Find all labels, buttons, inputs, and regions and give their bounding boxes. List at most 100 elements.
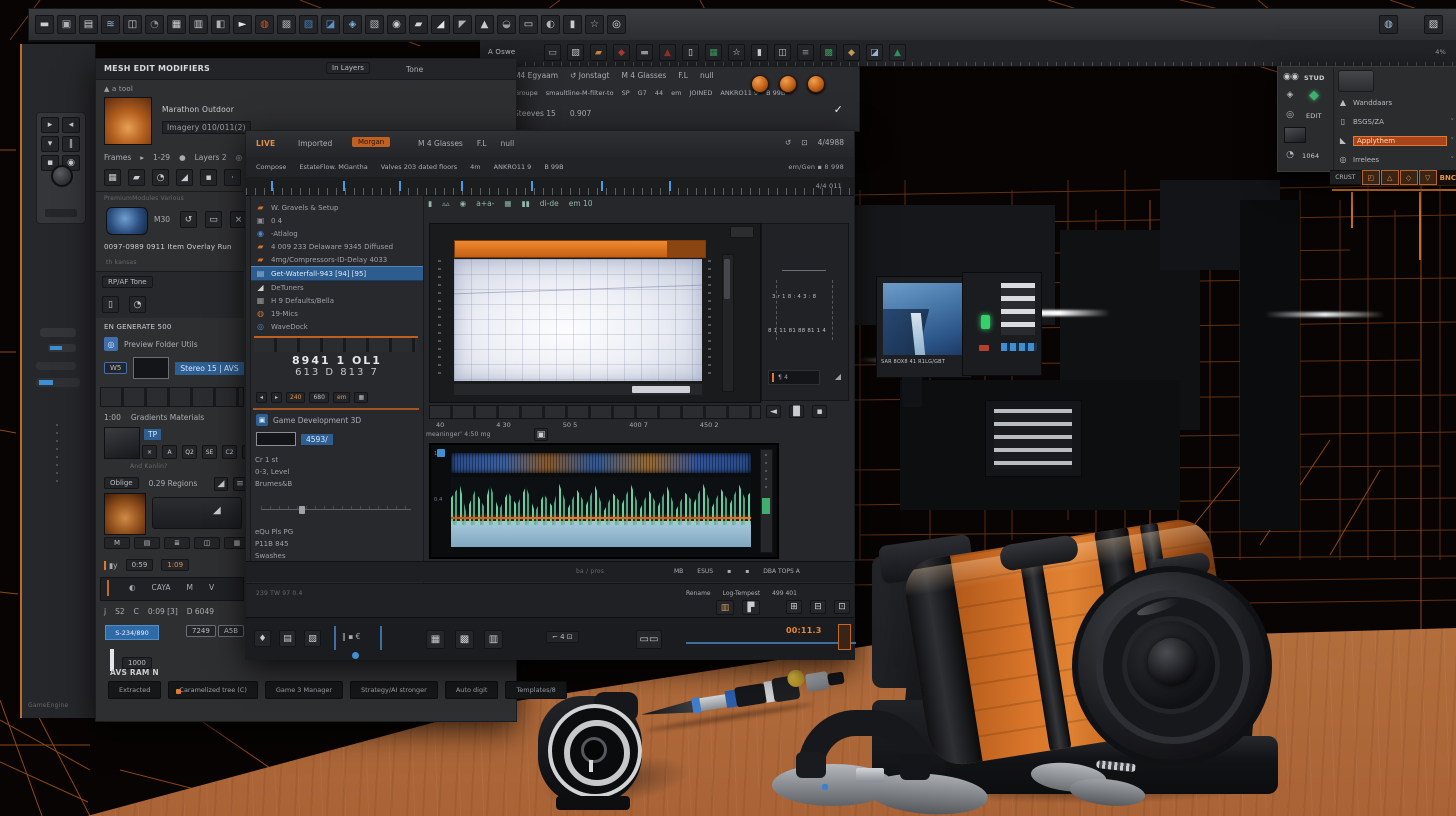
tp-icon[interactable]: Q2 <box>182 445 197 459</box>
right-panel-item[interactable]: ▲ Wanddaars <box>1334 93 1456 112</box>
toolbar-icon[interactable]: ◔ <box>145 15 164 34</box>
title-item[interactable]: Imported <box>298 139 332 148</box>
panel-icon[interactable]: ◢ <box>176 169 193 186</box>
node-icon[interactable]: ↺ <box>180 211 197 228</box>
sidebar-knob[interactable] <box>51 165 73 187</box>
toolbar-icon[interactable]: ▬ <box>636 44 653 61</box>
tree-item[interactable]: ▰ 4 009 233 Delaware 9345 Diffused <box>251 240 423 253</box>
footer-pill[interactable]: ⌐ 4 ⊡ <box>546 631 579 643</box>
slider-value-2[interactable]: 1:09 <box>161 559 189 571</box>
amber-icon[interactable]: ▛ <box>742 600 760 615</box>
toolbar-icon[interactable]: ▩ <box>820 44 837 61</box>
chip-icon[interactable]: ◔ <box>129 296 146 313</box>
tp-icon[interactable]: SE <box>202 445 217 459</box>
toolbar-icon[interactable]: ▮ <box>751 44 768 61</box>
panel-icon[interactable]: ▪ <box>200 169 217 186</box>
toolbar-icon[interactable]: ◉ <box>387 15 406 34</box>
frame-control[interactable]: Frames <box>104 153 131 162</box>
canvas-tool[interactable]: ▮ <box>428 199 432 208</box>
waveform-vscrollbar[interactable] <box>760 449 773 553</box>
value-box-2[interactable]: A5B <box>218 625 244 637</box>
toolbar-icon[interactable]: ▭ <box>519 15 538 34</box>
upper-panel-chip[interactable]: M 4 Glasses <box>621 71 666 80</box>
waveform-label-icon[interactable]: ▣ <box>534 428 548 441</box>
gem-icon[interactable]: ◆ <box>1306 87 1322 103</box>
lower-chip[interactable]: 499 401 <box>772 590 797 597</box>
ruler-marker[interactable] <box>669 181 671 191</box>
canvas-tool[interactable]: ▦ <box>504 199 511 208</box>
toolbar-icon[interactable]: ▰ <box>409 15 428 34</box>
bottom-tab[interactable]: Strategy/AI stronger <box>350 681 438 699</box>
clock-icon[interactable]: ◔ <box>1284 149 1296 161</box>
lower-chip[interactable]: Rename <box>686 590 711 597</box>
footer-tool-icon[interactable]: ▩ <box>455 630 474 649</box>
toolbar-icon[interactable]: ▲ <box>659 44 676 61</box>
panel-icon[interactable]: · <box>224 169 241 186</box>
oblige-chip[interactable]: Oblige <box>104 477 139 489</box>
title-right-item[interactable]: ⊡ <box>801 138 807 147</box>
tp-thumb[interactable] <box>104 427 140 459</box>
canvas-orange-bar[interactable] <box>454 240 706 258</box>
toolbar-icon[interactable]: ▮ <box>563 15 582 34</box>
canvas-filmstrip[interactable] <box>429 405 761 419</box>
hotbar-slot[interactable]: ◰ <box>1362 170 1380 185</box>
toolbar-icon[interactable]: ◪ <box>321 15 340 34</box>
toolbar-icon[interactable]: ▲ <box>889 44 906 61</box>
circle-icon[interactable]: ◎ <box>1284 109 1296 121</box>
ruler-marker[interactable] <box>343 181 345 191</box>
footer-icon[interactable]: ♦ <box>254 630 271 647</box>
tree-button[interactable]: 680 <box>309 392 328 403</box>
bottom-tab[interactable]: Templates/8 <box>505 681 566 699</box>
toolbar-icon[interactable]: ◧ <box>211 15 230 34</box>
orange-knob[interactable] <box>807 75 825 93</box>
row-nine-item[interactable]: S2 <box>115 607 125 616</box>
node-thumbnail[interactable] <box>106 207 148 235</box>
footer-tool-icon[interactable]: ▦ <box>426 630 445 649</box>
small-button[interactable]: ◫ <box>194 537 220 549</box>
tree-item[interactable]: ▰ W. Gravels & Setup <box>251 201 423 214</box>
hotbar-slot[interactable]: ▽ <box>1419 170 1437 185</box>
waveform-scroll-thumb[interactable] <box>762 498 770 514</box>
sidebar-pill[interactable] <box>36 362 76 370</box>
toolbar-icon[interactable]: ◫ <box>123 15 142 34</box>
dim-row[interactable]: Brumes&B <box>251 478 423 490</box>
ruler-marker[interactable] <box>461 181 463 191</box>
upper-panel-chip[interactable]: G7 <box>638 89 647 97</box>
toolbar-icon[interactable]: ▥ <box>189 15 208 34</box>
frame-control[interactable]: ▸ <box>140 153 144 162</box>
canvas-hscroll-thumb[interactable] <box>632 386 690 393</box>
upper-panel-chip[interactable]: em <box>671 89 681 97</box>
sidebar-pill[interactable] <box>40 328 76 337</box>
curve-canvas[interactable] <box>454 259 702 381</box>
toolbar-icon[interactable]: ◫ <box>774 44 791 61</box>
toolbar-icon[interactable]: ► <box>233 15 252 34</box>
frame-control[interactable]: Layers 2 <box>195 153 227 162</box>
small-button[interactable]: M <box>104 537 130 549</box>
canvas-tool[interactable]: ▵▵ <box>442 199 450 208</box>
footer-orange-box[interactable] <box>838 624 851 650</box>
dim-row[interactable]: P11B 845 <box>251 538 423 550</box>
ruler-marker[interactable] <box>399 181 401 191</box>
toolbar-icon[interactable]: ◍ <box>1379 15 1398 34</box>
footer-tool-icon[interactable]: ▥ <box>484 630 503 649</box>
tp-icon[interactable]: A <box>162 445 177 459</box>
row-nine-item[interactable]: j <box>104 607 106 616</box>
caya-item[interactable]: V <box>209 583 214 592</box>
primary-button[interactable]: S-234/890 <box>105 625 159 640</box>
tree-slider-thumb[interactable] <box>299 506 305 514</box>
toolbar-icon[interactable]: ☆ <box>728 44 745 61</box>
right-panel-item[interactable]: ◣ Applythem ˅ <box>1334 131 1456 150</box>
stereo-value[interactable]: Stereo 15 | AVS <box>175 362 243 375</box>
dim-row[interactable]: eQu Pls PG <box>251 526 423 538</box>
toolbar-icon[interactable]: ▧ <box>365 15 384 34</box>
toolbar-icon[interactable]: ◒ <box>497 15 516 34</box>
inspector-icon[interactable]: ◄ <box>766 405 781 418</box>
wide-tool-button[interactable]: ◢ <box>152 497 242 529</box>
caya-item[interactable]: ◐ <box>129 583 136 592</box>
tree-button[interactable]: ▦ <box>354 392 368 403</box>
orange-knob[interactable] <box>779 75 797 93</box>
bottom-tab[interactable]: Extracted <box>108 681 161 699</box>
row-nine-item[interactable]: D 6049 <box>187 607 214 616</box>
menu-item[interactable]: ANKRO11 9 <box>494 163 532 171</box>
tree-item[interactable]: ◎ WaveDock <box>251 320 423 333</box>
